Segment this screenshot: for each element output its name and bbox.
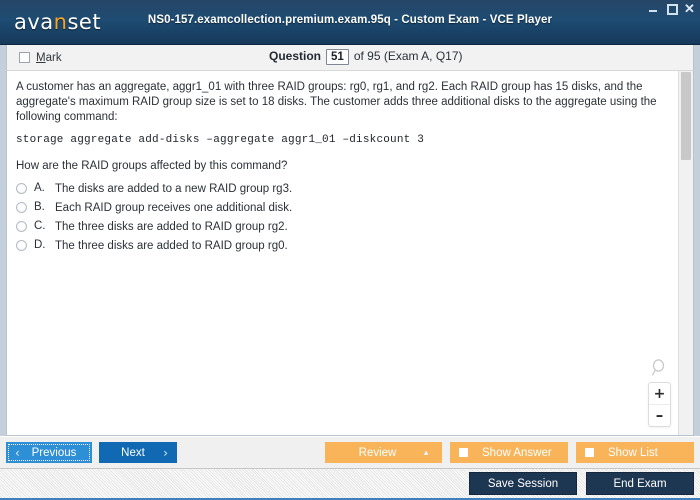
zoom-out-button[interactable]: –	[649, 405, 670, 426]
scrollbar-thumb[interactable]	[681, 72, 691, 160]
magnifier-icon[interactable]	[651, 359, 669, 377]
minimize-icon[interactable]	[648, 3, 659, 14]
window-title: NS0-157.examcollection.premium.exam.95q …	[147, 14, 553, 26]
show-answer-button[interactable]: Show Answer	[450, 442, 568, 463]
option-text: The three disks are added to RAID group …	[55, 240, 288, 252]
option-letter: D.	[34, 239, 46, 251]
logo-text-prefix: ava	[14, 10, 54, 34]
triangle-up-icon: ▲	[422, 447, 430, 457]
square-icon	[585, 448, 594, 457]
zoom-stepper: + –	[648, 382, 671, 427]
option-letter: A.	[34, 182, 45, 194]
option-letter: C.	[34, 220, 46, 232]
title-bar: avanset NS0-157.examcollection.premium.e…	[0, 0, 700, 45]
question-content: A customer has an aggregate, aggr1_01 wi…	[7, 71, 678, 435]
next-button-label: Next	[121, 446, 145, 459]
avanset-logo: avanset	[14, 10, 101, 34]
option-text: The three disks are added to RAID group …	[55, 221, 288, 233]
show-list-button-label: Show List	[608, 446, 658, 459]
window-body: Mark Question 51 of 95 (Exam A, Q17) A c…	[0, 45, 700, 436]
logo-text-accent: n	[53, 10, 68, 34]
show-list-button[interactable]: Show List	[576, 442, 694, 463]
question-pane: A customer has an aggregate, aggr1_01 wi…	[6, 71, 694, 436]
review-button[interactable]: Review ▲	[325, 442, 442, 463]
radio-icon[interactable]	[16, 240, 27, 251]
answer-option-c[interactable]: C. The three disks are added to RAID gro…	[16, 220, 668, 234]
radio-icon[interactable]	[16, 183, 27, 194]
option-letter: B.	[34, 201, 45, 213]
question-counter: Question 51 of 95 (Exam A, Q17)	[269, 49, 463, 65]
vce-player-window: avanset NS0-157.examcollection.premium.e…	[0, 0, 700, 500]
option-text: The disks are added to a new RAID group …	[55, 183, 293, 195]
radio-icon[interactable]	[16, 202, 27, 213]
question-prompt-text: How are the RAID groups affected by this…	[16, 160, 288, 172]
mark-checkbox-box[interactable]	[19, 52, 30, 63]
zoom-widget: + –	[648, 359, 671, 427]
radio-icon[interactable]	[16, 221, 27, 232]
question-total-label: of 95 (Exam A, Q17)	[353, 49, 463, 63]
mark-label-rest: ark	[45, 51, 62, 64]
window-controls: ✕	[648, 2, 695, 15]
review-button-label: Review	[358, 446, 397, 459]
answer-option-b[interactable]: B. Each RAID group receives one addition…	[16, 201, 668, 215]
previous-button[interactable]: ‹ Previous	[6, 442, 92, 463]
save-session-button[interactable]: Save Session	[469, 472, 577, 495]
show-answer-button-label: Show Answer	[482, 446, 552, 459]
end-exam-button[interactable]: End Exam	[586, 472, 694, 495]
chevron-left-icon: ‹	[15, 445, 20, 460]
question-command-text: storage aggregate add-disks –aggregate a…	[16, 134, 425, 146]
mark-label: Mark	[36, 52, 62, 64]
answer-option-a[interactable]: A. The disks are added to a new RAID gro…	[16, 182, 668, 196]
previous-button-label: Previous	[31, 446, 77, 459]
content-scrollbar[interactable]	[678, 71, 693, 435]
status-bar: Save Session End Exam	[0, 468, 700, 500]
next-button[interactable]: Next ›	[99, 442, 177, 463]
question-header-bar: Mark Question 51 of 95 (Exam A, Q17)	[6, 45, 694, 71]
logo-text-suffix: set	[67, 10, 102, 34]
question-body-text: A customer has an aggregate, aggr1_01 wi…	[16, 81, 657, 123]
question-number-input[interactable]: 51	[326, 49, 349, 65]
option-text: Each RAID group receives one additional …	[55, 202, 293, 214]
answer-options-list: A. The disks are added to a new RAID gro…	[16, 182, 668, 253]
mark-label-accel: M	[36, 51, 46, 64]
maximize-icon[interactable]	[666, 3, 678, 15]
zoom-in-button[interactable]: +	[649, 383, 670, 405]
answer-option-d[interactable]: D. The three disks are added to RAID gro…	[16, 239, 668, 253]
chevron-right-icon: ›	[163, 445, 168, 460]
mark-checkbox[interactable]: Mark	[19, 52, 62, 64]
action-toolbar: ‹ Previous Next › Review ▲ Show Answer S…	[0, 436, 700, 468]
question-word: Question	[269, 49, 322, 63]
close-icon[interactable]: ✕	[684, 2, 695, 15]
square-icon	[459, 448, 468, 457]
